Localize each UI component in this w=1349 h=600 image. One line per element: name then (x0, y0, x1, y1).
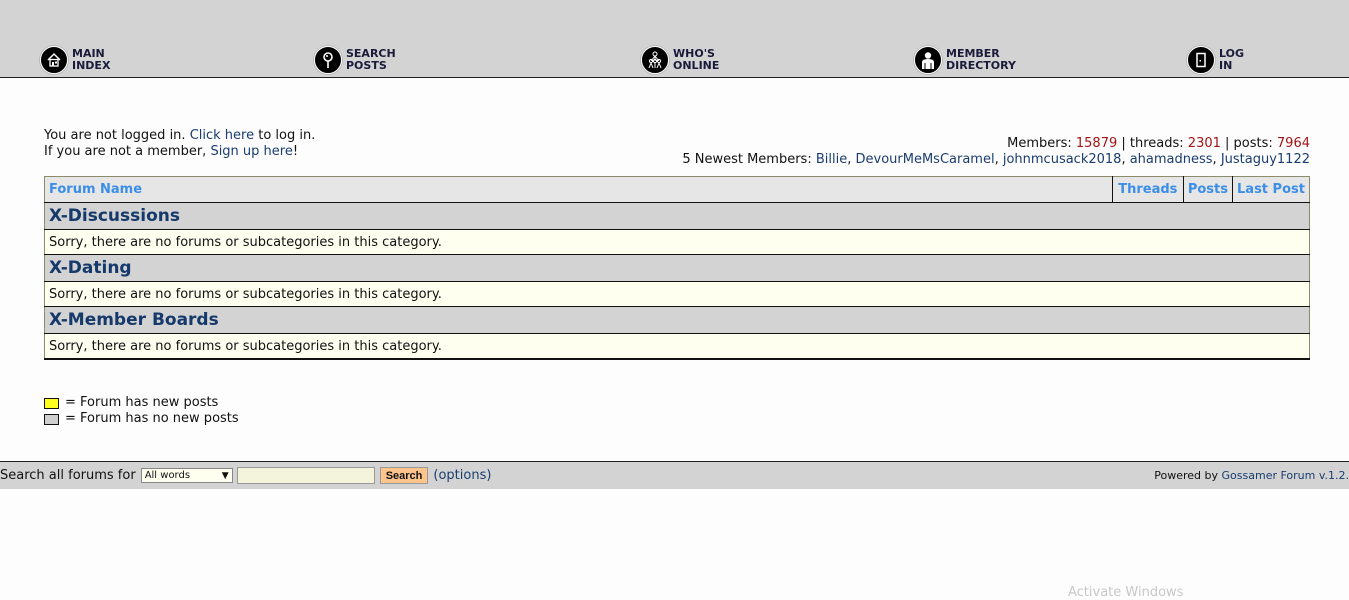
nav-search-posts[interactable]: SEARCH POSTS (314, 46, 396, 74)
nav-label-line2: IN (1219, 59, 1233, 72)
header-last-post[interactable]: Last Post (1232, 176, 1310, 203)
header-posts[interactable]: Posts (1182, 176, 1233, 203)
forum-table: Forum Name Threads Posts Last Post X-Dis… (44, 176, 1310, 360)
category-message-row: Sorry, there are no forums or subcategor… (44, 281, 1310, 307)
members-label: Members: (1007, 136, 1076, 151)
forum-stats: Members: 15879 | threads: 2301 | posts: … (682, 136, 1310, 168)
sign-up-link[interactable]: Sign up here (210, 144, 292, 159)
search-options-link[interactable]: (options) (433, 468, 491, 483)
nav-label-line2: INDEX (72, 59, 111, 72)
search-mode-select[interactable]: All words ▼ (140, 468, 233, 483)
category-link[interactable]: X-Discussions (49, 206, 180, 226)
search-mode-value: All words (144, 470, 191, 481)
people-tree-icon (641, 46, 669, 74)
search-button[interactable]: Search (379, 467, 429, 484)
table-header: Forum Name Threads Posts Last Post (44, 176, 1310, 203)
empty-category-message: Sorry, there are no forums or subcategor… (44, 281, 1310, 307)
nav-label-line2: DIRECTORY (946, 59, 1016, 72)
powered-by-text: Powered by (1154, 469, 1222, 482)
newest-members: 5 Newest Members: Billie, DevourMeMsCara… (682, 152, 1310, 167)
legend: = Forum has new posts = Forum has no new… (44, 395, 239, 427)
nav-label-line2: ONLINE (673, 59, 720, 72)
category-link[interactable]: X-Member Boards (49, 310, 219, 330)
threads-count: 2301 (1187, 136, 1221, 151)
legend-no-new-text: = Forum has no new posts (65, 411, 239, 426)
signup-text: If you are not a member, (44, 144, 211, 159)
empty-category-message: Sorry, there are no forums or subcategor… (44, 229, 1310, 255)
category-row: X-Discussions (44, 202, 1310, 230)
nav-whos-online[interactable]: WHO'S ONLINE (641, 46, 719, 74)
newest-member-link[interactable]: DevourMeMsCaramel (856, 152, 995, 167)
login-text: You are not logged in. (44, 128, 190, 143)
newest-member-link[interactable]: ahamadness (1130, 152, 1213, 167)
legend-item-new: = Forum has new posts (44, 395, 239, 411)
folder-no-new-icon (44, 413, 59, 425)
legend-item-no-new: = Forum has no new posts (44, 411, 239, 427)
nav-label-line2: POSTS (346, 59, 387, 72)
door-icon (1187, 46, 1215, 74)
dropdown-arrow-icon: ▼ (221, 470, 229, 481)
folder-new-icon (44, 397, 59, 409)
newest-member-link[interactable]: johnmcusack2018 (1003, 152, 1122, 167)
powered-by: Powered by Gossamer Forum v.1.2. (1154, 469, 1349, 482)
empty-category-message: Sorry, there are no forums or subcategor… (44, 333, 1310, 360)
search-label: Search all forums for (0, 468, 136, 483)
login-message: You are not logged in. Click here to log… (44, 128, 315, 160)
click-here-login-link[interactable]: Click here (190, 128, 254, 143)
footer-search-bar: Search all forums for All words ▼ Search… (0, 461, 1349, 489)
gossamer-forum-link[interactable]: Gossamer Forum v.1.2. (1222, 469, 1349, 482)
search-input[interactable] (236, 467, 375, 484)
header-forum-name[interactable]: Forum Name (44, 176, 1113, 203)
posts-label: | posts: (1220, 136, 1277, 151)
person-silhouette-icon (914, 46, 942, 74)
posts-count: 7964 (1276, 136, 1310, 151)
magnifier-icon (314, 46, 342, 74)
category-row: X-Dating (44, 254, 1310, 282)
nav-main-index[interactable]: MAIN INDEX (40, 46, 110, 74)
members-count: 15879 (1075, 136, 1118, 151)
house-icon (40, 46, 68, 74)
login-text-suffix: to log in. (254, 128, 316, 143)
top-navigation: MAIN INDEX SEARCH POSTS WHO'S ONLINE MEM… (0, 0, 1349, 78)
threads-label: | threads: (1117, 136, 1188, 151)
newest-members-label: 5 Newest Members: (682, 152, 816, 167)
category-link[interactable]: X-Dating (49, 258, 132, 278)
nav-member-directory[interactable]: MEMBER DIRECTORY (914, 46, 1016, 74)
header-threads[interactable]: Threads (1111, 176, 1184, 203)
category-message-row: Sorry, there are no forums or subcategor… (44, 229, 1310, 255)
category-row: X-Member Boards (44, 306, 1310, 334)
activate-windows-watermark: Activate Windows (1068, 585, 1184, 600)
newest-member-link[interactable]: Billie (816, 152, 847, 167)
newest-member-link[interactable]: Justaguy1122 (1221, 152, 1310, 167)
category-message-row: Sorry, there are no forums or subcategor… (44, 333, 1310, 360)
signup-text-suffix: ! (292, 144, 299, 159)
nav-log-in[interactable]: LOG IN (1187, 46, 1244, 74)
legend-new-text: = Forum has new posts (65, 395, 219, 410)
